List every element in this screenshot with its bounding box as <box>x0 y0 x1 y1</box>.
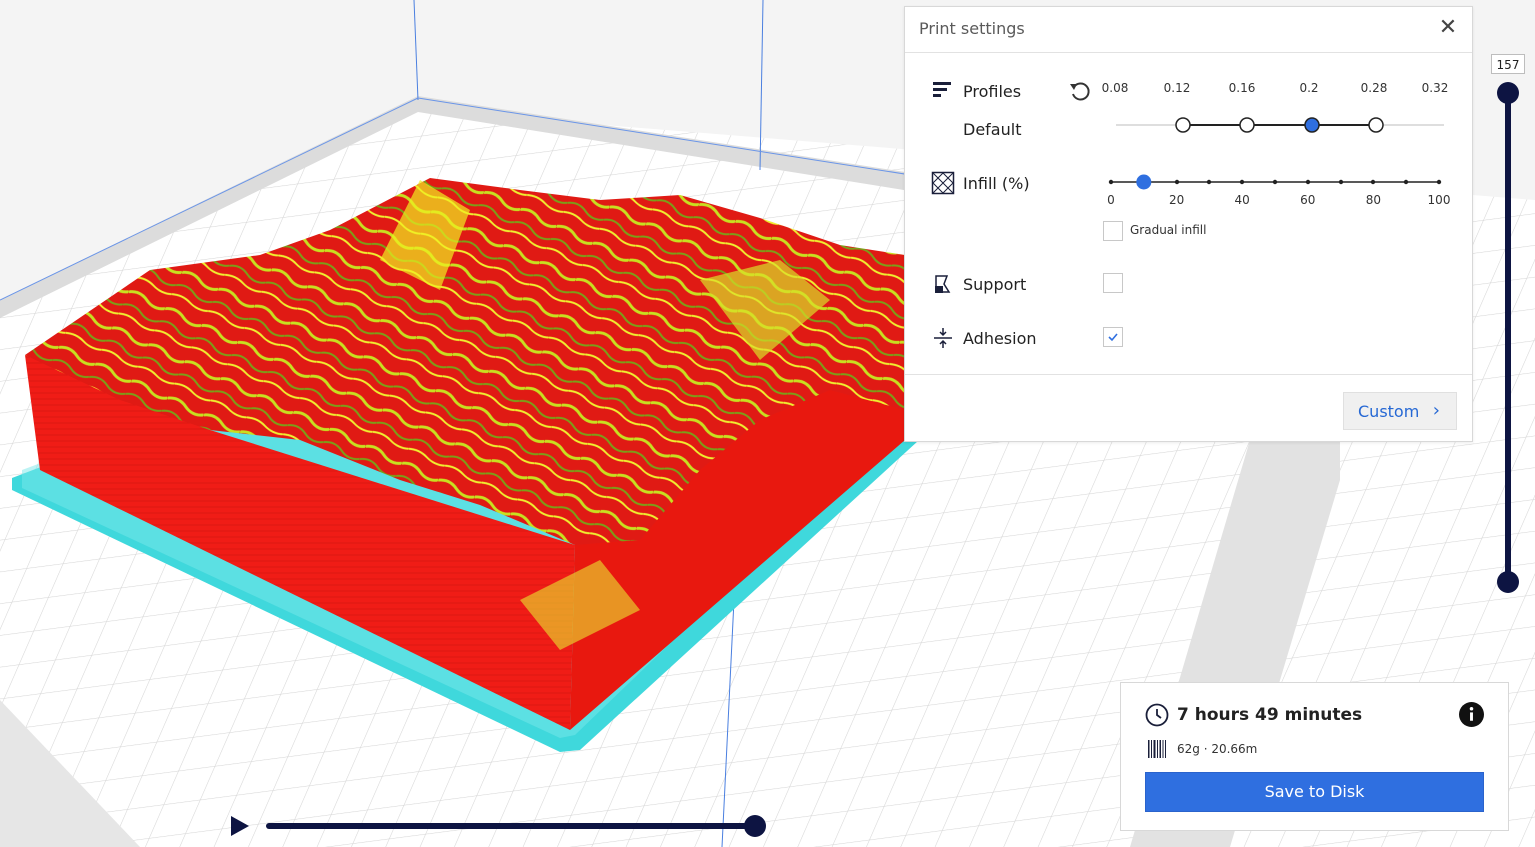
checkmark-icon <box>1108 333 1118 342</box>
profiles-label: Profiles <box>963 82 1022 101</box>
layer-height-tick-0.12: 0.12 <box>1163 81 1191 95</box>
infill-slider[interactable] <box>1105 171 1445 193</box>
profile-default-label: Default <box>963 120 1022 139</box>
layer-height-tick-0.2: 0.2 <box>1299 81 1319 95</box>
layer-height-option-0.2-selected <box>1304 117 1320 133</box>
custom-button-label: Custom <box>1358 402 1420 421</box>
chevron-right-icon: › <box>1432 400 1440 421</box>
layer-progress-handle <box>744 815 766 837</box>
adhesion-checkbox[interactable] <box>1103 327 1123 347</box>
reset-icon[interactable] <box>1068 79 1092 103</box>
gradual-infill-label: Gradual infill <box>1130 223 1207 237</box>
layer-height-option-0.12 <box>1175 117 1191 133</box>
close-icon[interactable]: ✕ <box>1436 16 1460 40</box>
info-icon[interactable] <box>1459 702 1484 727</box>
infill-tick-0: 0 <box>1107 193 1115 207</box>
save-to-disk-button[interactable]: Save to Disk <box>1145 772 1484 812</box>
layer-height-tick-0.08: 0.08 <box>1101 81 1129 95</box>
adhesion-icon <box>934 328 952 348</box>
layer-height-tick-0.28: 0.28 <box>1360 81 1388 95</box>
print-settings-panel: Print settings ✕ Profiles Default 0.08 0.… <box>904 6 1473 442</box>
custom-button[interactable]: Custom › <box>1343 392 1457 430</box>
panel-header: Print settings ✕ <box>905 7 1472 53</box>
clock-icon <box>1145 703 1169 727</box>
print-time: 7 hours 49 minutes <box>1177 705 1363 725</box>
support-icon <box>935 275 951 293</box>
infill-icon <box>931 171 955 195</box>
profiles-icon <box>933 82 951 97</box>
infill-tick-100: 100 <box>1427 193 1451 207</box>
layer-progress-track <box>266 823 756 829</box>
spool-barcode-icon <box>1148 740 1166 758</box>
infill-tick-60: 60 <box>1300 193 1316 207</box>
infill-slider-handle <box>1136 174 1152 190</box>
layer-slider-top-handle <box>1497 82 1519 104</box>
panel-footer-divider <box>905 374 1472 375</box>
gradual-infill-checkbox[interactable] <box>1103 221 1123 241</box>
layer-height-tick-0.16: 0.16 <box>1228 81 1256 95</box>
print-estimate-panel: 7 hours 49 minutes 62g · 20.66m Save to … <box>1120 682 1509 831</box>
infill-label: Infill (%) <box>963 174 1030 193</box>
infill-tick-20: 20 <box>1168 193 1185 207</box>
layer-height-tick-0.32: 0.32 <box>1421 81 1449 95</box>
layer-slider-bottom-handle <box>1497 571 1519 593</box>
panel-title: Print settings <box>919 19 1025 38</box>
layer-height-option-0.28 <box>1368 117 1384 133</box>
layer-height-option-0.16 <box>1239 117 1255 133</box>
infill-tick-40: 40 <box>1234 193 1250 207</box>
layer-value-badge: 157 <box>1491 54 1525 74</box>
support-label: Support <box>963 275 1027 294</box>
adhesion-label: Adhesion <box>963 329 1037 348</box>
layer-height-slider[interactable] <box>1110 111 1450 141</box>
infill-tick-80: 80 <box>1365 193 1382 207</box>
material-usage: 62g · 20.66m <box>1177 742 1258 756</box>
support-checkbox[interactable] <box>1103 273 1123 293</box>
